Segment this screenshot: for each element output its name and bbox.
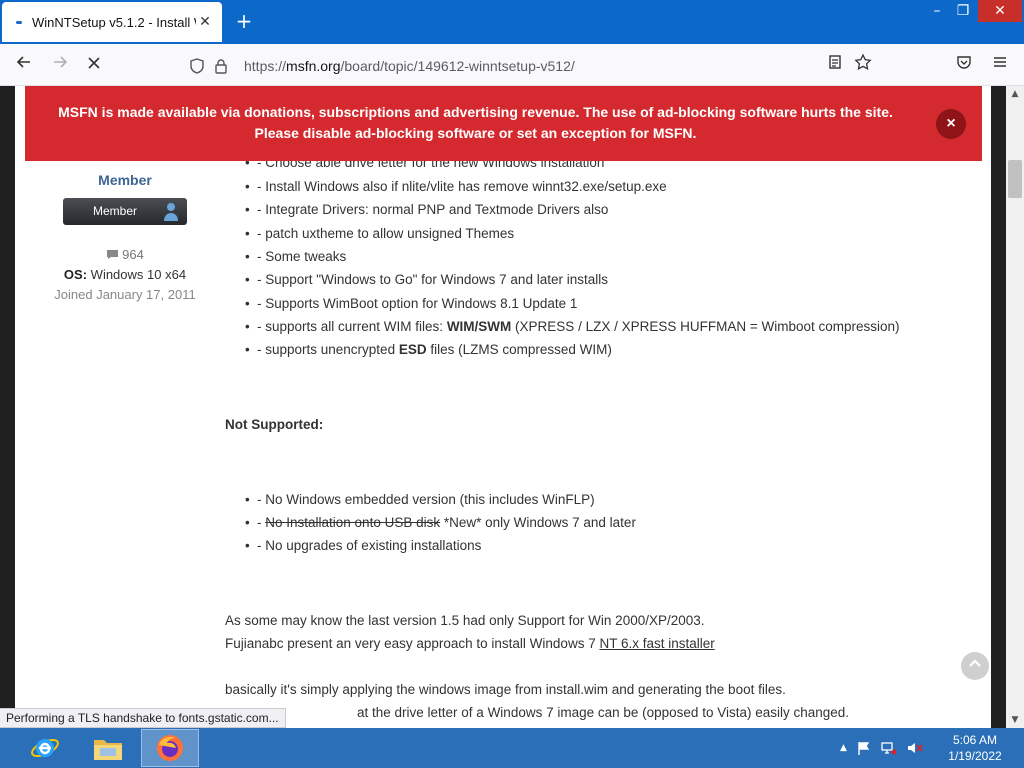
lock-icon[interactable] (212, 57, 230, 75)
adblock-notice-banner: MSFN is made available via donations, su… (25, 86, 982, 161)
scroll-down-arrow-icon[interactable]: ▼ (1006, 712, 1024, 728)
hamburger-menu-icon (994, 57, 1006, 67)
star-icon (854, 53, 872, 71)
author-joined-date: Joined January 17, 2011 (54, 287, 196, 302)
reader-view-button[interactable] (824, 53, 846, 77)
feature-item: - Supports WimBoot option for Windows 8.… (245, 296, 577, 311)
member-person-icon (164, 203, 178, 221)
post-count-value: 964 (122, 247, 144, 262)
feature-text: - supports all current WIM files: (257, 319, 447, 334)
reader-view-icon (829, 55, 841, 69)
pocket-icon (957, 56, 971, 69)
not-supported-item: - No Installation onto USB disk *New* on… (245, 515, 636, 530)
show-hidden-icons-chevron-icon[interactable]: ▲ (840, 743, 847, 753)
page-background-left (0, 86, 15, 728)
bookmark-star-button[interactable] (852, 53, 874, 77)
chevron-up-icon (969, 659, 981, 667)
maximize-button[interactable]: ❐ (948, 0, 978, 22)
back-arrow-icon (16, 56, 30, 68)
network-icon[interactable] (881, 741, 897, 755)
paragraph-line: Fujianabc present an very easy approach … (225, 636, 715, 651)
item-text: *New* only Windows 7 and later (440, 515, 636, 530)
comment-icon (107, 250, 119, 259)
feature-item: - Integrate Drivers: normal PNP and Text… (245, 202, 608, 217)
back-button[interactable] (12, 53, 36, 77)
nt6-fast-installer-link[interactable]: NT 6.x fast installer (599, 636, 714, 651)
feature-text: - supports unencrypted (257, 342, 399, 357)
strikethrough-text: No Installation onto USB disk (265, 515, 441, 530)
paragraph-line: As some may know the last version 1.5 ha… (225, 613, 705, 628)
paragraph-line: basically it's simply applying the windo… (225, 682, 786, 697)
close-icon (88, 57, 100, 69)
author-os: OS: Windows 10 x64 (40, 267, 210, 282)
menu-button[interactable] (989, 53, 1011, 77)
rank-badge: Member (63, 198, 187, 225)
clock-date: 1/19/2022 (948, 749, 1002, 763)
post-count: 964 (40, 247, 210, 262)
feature-item: - supports unencrypted ESD files (LZMS c… (245, 342, 612, 357)
feature-item: - Some tweaks (245, 249, 346, 264)
scrollbar-thumb[interactable] (1008, 160, 1022, 198)
internet-explorer-icon (31, 738, 59, 758)
tab-winntsetup[interactable]: WinNTSetup v5.1.2 - Install Win ✕ (2, 2, 222, 42)
taskbar-internet-explorer[interactable] (16, 729, 74, 767)
scroll-to-top-button[interactable] (961, 652, 989, 680)
new-tab-button[interactable]: + (232, 9, 256, 33)
volume-muted-icon[interactable] (907, 741, 923, 755)
not-supported-item: - No Windows embedded version (this incl… (245, 492, 595, 507)
feature-item: - supports all current WIM files: WIM/SW… (245, 319, 900, 334)
taskbar-firefox[interactable] (141, 729, 199, 767)
loading-icon (16, 20, 22, 24)
not-supported-item: - No upgrades of existing installations (245, 538, 481, 553)
url-domain: msfn.org (286, 58, 341, 74)
address-bar[interactable]: https://msfn.org/board/topic/149612-winn… (182, 52, 882, 80)
tab-strip: WinNTSetup v5.1.2 - Install Win ✕ + – ❐ … (0, 0, 1024, 44)
os-label: OS: (63, 267, 88, 282)
vertical-scrollbar[interactable]: ▲ ▼ (1006, 86, 1024, 728)
not-supported-heading: Not Supported: (225, 417, 324, 432)
feature-item: - Support "Windows to Go" for Windows 7 … (245, 272, 608, 287)
page-background-right (991, 86, 1006, 728)
banner-close-button[interactable]: × (936, 109, 966, 139)
paragraph-text: Fujianabc present an very easy approach … (225, 636, 600, 651)
feature-item: - patch uxtheme to allow unsigned Themes (245, 226, 514, 241)
os-value: Windows 10 x64 (90, 267, 187, 282)
tracking-protection-shield-icon[interactable] (188, 57, 206, 75)
scroll-up-arrow-icon[interactable]: ▲ (1006, 86, 1024, 102)
forward-button[interactable] (48, 53, 72, 77)
forward-arrow-icon (54, 56, 68, 68)
post-author-info: Member Member 964 OS: Windows 10 x64 Joi… (40, 172, 210, 302)
feature-text: files (LZMS compressed WIM) (426, 342, 612, 357)
close-window-button[interactable]: ✕ (978, 0, 1022, 22)
item-text: - (257, 515, 266, 530)
page-viewport: Member Member 964 OS: Windows 10 x64 Joi… (0, 86, 1006, 728)
taskbar-file-explorer[interactable] (79, 729, 137, 767)
paragraph-line: at the drive letter of a Windows 7 image… (357, 705, 850, 720)
tab-title: WinNTSetup v5.1.2 - Install Win (32, 14, 196, 30)
firefox-icon (157, 735, 183, 761)
url-path: /board/topic/149612-winntsetup-v512/ (340, 58, 575, 74)
pocket-button[interactable] (953, 53, 975, 77)
adblock-notice-text: MSFN is made available via donations, su… (58, 104, 893, 141)
navigation-toolbar: https://msfn.org/board/topic/149612-winn… (0, 44, 1024, 86)
feature-item: - Install Windows also if nlite/vlite ha… (245, 179, 667, 194)
feature-text: (XPRESS / LZX / XPRESS HUFFMAN = Wimboot… (511, 319, 900, 334)
action-center-flag-icon[interactable] (857, 741, 871, 755)
feature-bold-text: ESD (398, 342, 427, 357)
clock-time: 5:06 AM (952, 733, 998, 747)
taskbar: ▲ 5:06 AM 1/19/2022 (0, 728, 1024, 768)
url-text[interactable]: https://msfn.org/board/topic/149612-winn… (244, 58, 575, 74)
tab-close-button[interactable]: ✕ (196, 14, 214, 30)
author-role: Member (98, 172, 152, 188)
rank-badge-label: Member (93, 204, 138, 218)
feature-bold-text: WIM/SWM (446, 319, 512, 334)
url-prefix: https:// (244, 58, 287, 74)
folder-icon (94, 740, 122, 760)
taskbar-clock[interactable]: 5:06 AM 1/19/2022 (940, 732, 1010, 764)
stop-loading-button[interactable] (82, 53, 106, 77)
browser-status-bar: Performing a TLS handshake to fonts.gsta… (0, 708, 286, 728)
system-tray: ▲ (840, 738, 923, 758)
